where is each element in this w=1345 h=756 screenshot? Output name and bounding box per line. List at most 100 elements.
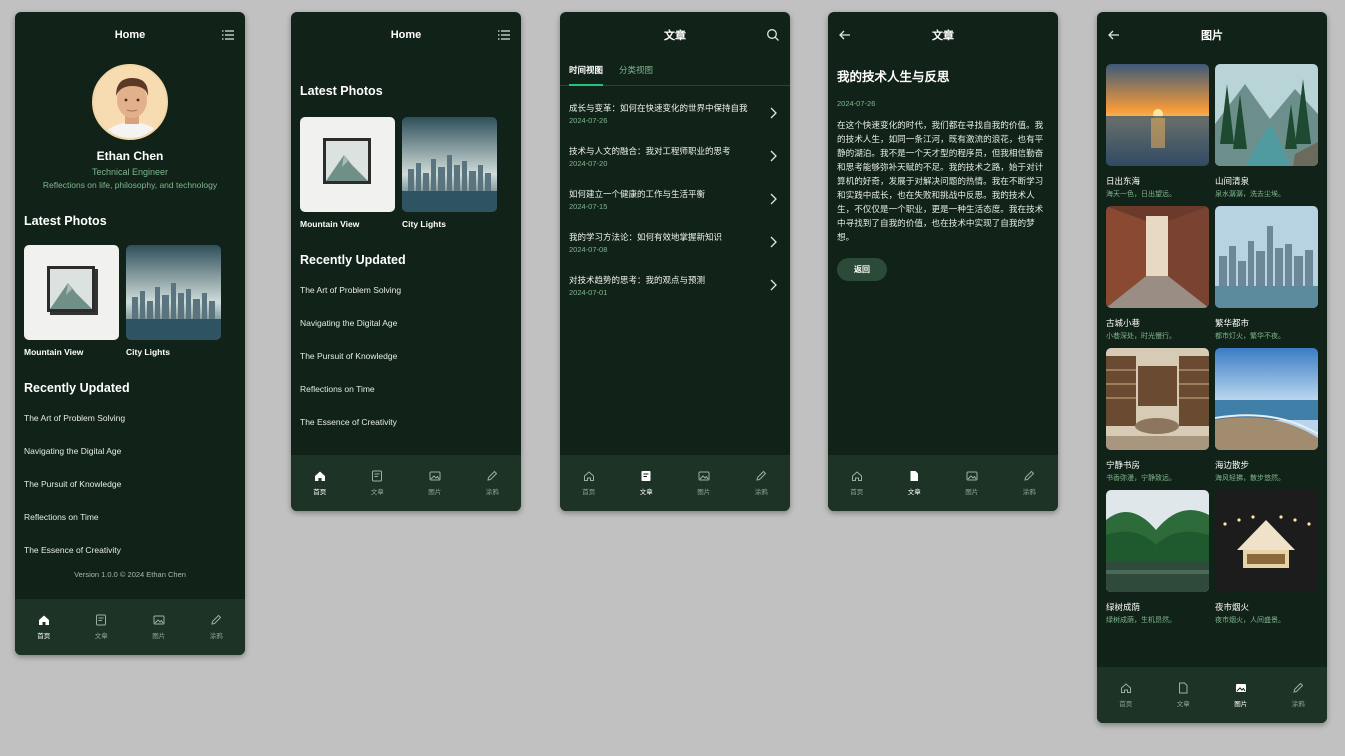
tab-time-view[interactable]: 时间视图 [569, 64, 604, 86]
tab-photos[interactable]: 图片 [1212, 667, 1270, 723]
gallery-item[interactable]: 山间清泉 泉水潺潺，洗去尘埃。 [1215, 64, 1318, 199]
profile-role: Technical Engineer [91, 167, 169, 177]
screen-home-scrolled: Home Latest Photos Mountain View City Li… [291, 12, 521, 511]
file-icon [1179, 682, 1188, 694]
top-bar: Home [15, 12, 245, 58]
list-item[interactable]: The Pursuit of Knowledge [291, 340, 521, 373]
city-photo [1215, 206, 1318, 308]
bottom-tab-bar: 首页 文章 图片 涂鸦 [1097, 667, 1327, 723]
page-title: 图片 [1201, 30, 1223, 42]
photo-card[interactable]: Mountain View [24, 245, 119, 357]
back-arrow-icon[interactable] [838, 28, 852, 42]
tab-home[interactable]: 首页 [291, 455, 349, 511]
article-heading: 我的技术人生与反思 [837, 70, 950, 84]
recently-updated-title: Recently Updated [300, 253, 406, 267]
list-item[interactable]: The Essence of Creativity [291, 406, 521, 439]
tab-home[interactable]: 首页 [15, 599, 73, 655]
tab-label: 首页 [37, 633, 51, 640]
tab-articles[interactable]: 文章 [349, 455, 407, 511]
pencil-icon [756, 470, 767, 481]
tab-label: 图片 [1234, 701, 1248, 708]
gallery-item[interactable]: 夜市烟火 夜市烟火，人间盛景。 [1215, 490, 1318, 625]
list-item[interactable]: The Art of Problem Solving [291, 274, 521, 307]
chevron-right-icon [770, 107, 777, 119]
tab-doodle[interactable]: 涂鸦 [733, 455, 791, 511]
profile-bio: Reflections on life, philosophy, and tec… [42, 180, 218, 190]
list-item[interactable]: Reflections on Time [291, 373, 521, 406]
gallery-title: 海边散步 [1215, 460, 1250, 470]
list-item[interactable]: Navigating the Digital Age [15, 435, 245, 468]
tab-label: 文章 [639, 489, 653, 496]
back-arrow-icon[interactable] [1107, 28, 1121, 42]
tab-photos[interactable]: 图片 [130, 599, 188, 655]
view-tabs: 时间视图 分类视图 [560, 58, 790, 86]
list-item[interactable]: The Art of Problem Solving [15, 402, 245, 435]
gallery-item[interactable]: 宁静书房 书香弥漫，宁静致远。 [1106, 348, 1209, 483]
gallery-title: 日出东海 [1106, 176, 1141, 186]
gallery-title: 夜市烟火 [1215, 602, 1250, 612]
tab-label: 涂鸦 [209, 633, 223, 640]
avatar-illustration [94, 66, 166, 138]
screen-articles-list: 文章 时间视图 分类视图 成长与变革：如何在快速变化的世界中保持自我 2024-… [560, 12, 790, 511]
tab-home[interactable]: 首页 [560, 455, 618, 511]
tab-category-view[interactable]: 分类视图 [619, 64, 653, 85]
menu-icon[interactable] [497, 28, 511, 42]
gallery-item[interactable]: 日出东海 海天一色，日出望远。 [1106, 64, 1209, 199]
photo-card[interactable]: City Lights [126, 245, 221, 357]
tab-home[interactable]: 首页 [828, 455, 886, 511]
list-item[interactable]: Reflections on Time [15, 501, 245, 534]
list-item[interactable]: 如何建立一个健康的工作与生活平衡 2024-07-15 [560, 178, 790, 221]
top-bar: 图片 [1097, 12, 1327, 58]
gallery-item[interactable]: 繁华都市 都市灯火，繁华不夜。 [1215, 206, 1318, 341]
tab-label: 图片 [965, 489, 979, 496]
gallery-title: 宁静书房 [1106, 460, 1141, 470]
gallery-item[interactable]: 古城小巷 小巷深处，时光慢行。 [1106, 206, 1209, 341]
article-date: 2024-07-26 [837, 99, 876, 108]
list-item[interactable]: Navigating the Digital Age [291, 307, 521, 340]
tab-articles[interactable]: 文章 [886, 455, 944, 511]
list-item[interactable]: 对技术趋势的思考：我的观点与预测 2024-07-01 [560, 264, 790, 307]
tab-photos[interactable]: 图片 [675, 455, 733, 511]
gallery-title: 山间清泉 [1215, 176, 1250, 186]
list-item[interactable]: 成长与变革：如何在快速变化的世界中保持自我 2024-07-26 [560, 92, 790, 135]
tab-doodle[interactable]: 涂鸦 [188, 599, 246, 655]
list-item[interactable]: The Essence of Creativity [15, 534, 245, 567]
list-item[interactable]: The Pursuit of Knowledge [15, 468, 245, 501]
tab-photos[interactable]: 图片 [406, 455, 464, 511]
tab-home[interactable]: 首页 [1097, 667, 1155, 723]
gallery-desc: 绿树成荫，生机昂然。 [1106, 617, 1176, 624]
gallery-item[interactable]: 海边散步 海风轻拂，散步悠然。 [1215, 348, 1318, 483]
pencil-icon [211, 614, 222, 625]
page-title: Home [390, 29, 422, 41]
gallery-item[interactable]: 绿树成荫 绿树成荫，生机昂然。 [1106, 490, 1209, 625]
gallery-title: 绿树成荫 [1106, 602, 1141, 612]
article-date: 2024-07-26 [569, 116, 608, 125]
photo-card[interactable]: City Lights [402, 117, 497, 229]
menu-icon[interactable] [221, 28, 235, 42]
tab-label: 首页 [313, 489, 327, 496]
tab-articles[interactable]: 文章 [73, 599, 131, 655]
back-button[interactable]: 返回 [837, 258, 887, 281]
gallery-desc: 海天一色，日出望远。 [1106, 191, 1176, 198]
chevron-right-icon [770, 193, 777, 205]
bottom-tab-bar: 首页 文章 图片 涂鸦 [560, 455, 790, 511]
tab-doodle[interactable]: 涂鸦 [464, 455, 522, 511]
tab-label: 图片 [697, 489, 711, 496]
tab-label: 涂鸦 [1022, 489, 1036, 496]
tab-label: 涂鸦 [1291, 701, 1305, 708]
night-market-photo [1215, 490, 1318, 592]
library-photo [1106, 348, 1209, 450]
list-item[interactable]: 我的学习方法论：如何有效地掌握新知识 2024-07-08 [560, 221, 790, 264]
tab-articles[interactable]: 文章 [1155, 667, 1213, 723]
list-item[interactable]: 技术与人文的融合：我对工程师职业的思考 2024-07-20 [560, 135, 790, 178]
tab-articles[interactable]: 文章 [618, 455, 676, 511]
bottom-tab-bar: 首页 文章 图片 涂鸦 [828, 455, 1058, 511]
tab-photos[interactable]: 图片 [943, 455, 1001, 511]
tab-doodle[interactable]: 涂鸦 [1001, 455, 1059, 511]
top-bar: Home [291, 12, 521, 58]
article-body: 在这个快速变化的时代，我们都在寻找自我的价值。我的技术人生，如同一条江河，既有激… [837, 120, 1044, 242]
gallery-desc: 夜市烟火，人间盛景。 [1215, 617, 1285, 624]
photo-card[interactable]: Mountain View [300, 117, 395, 229]
tab-doodle[interactable]: 涂鸦 [1270, 667, 1328, 723]
search-icon[interactable] [766, 28, 780, 42]
